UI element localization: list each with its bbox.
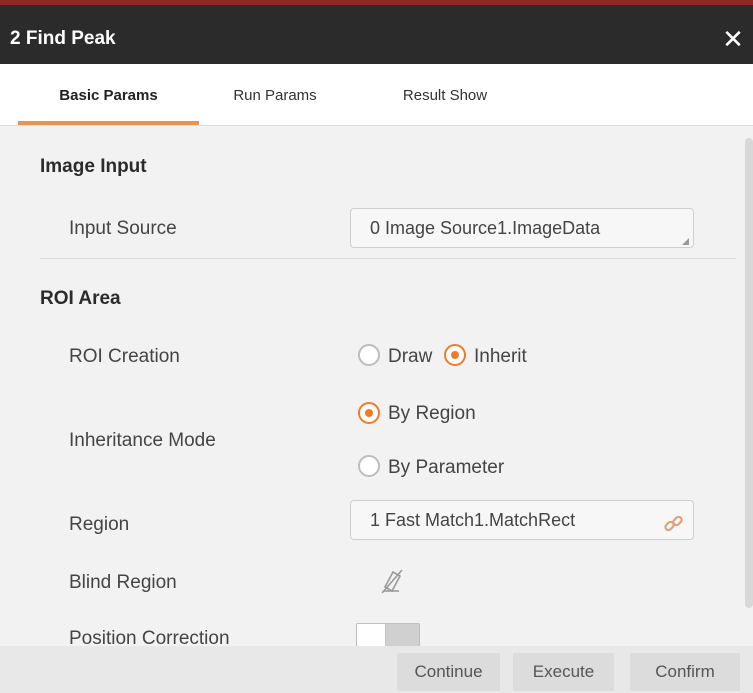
link-icon[interactable]	[663, 510, 685, 532]
params-panel: Image Input Input Source 0 Image Source1…	[0, 126, 740, 651]
scrollbar[interactable]	[745, 138, 753, 608]
close-icon[interactable]: ✕	[719, 25, 747, 53]
dialog-title: 2 Find Peak	[10, 28, 116, 49]
roi-inherit-radio[interactable]	[444, 344, 466, 366]
tab-bar: Basic Params Run Params Result Show	[0, 64, 753, 126]
continue-button[interactable]: Continue	[397, 653, 500, 691]
dialog-footer: Continue Execute Confirm	[0, 646, 753, 693]
section-image-input: Image Input	[40, 156, 147, 177]
tab-basic-params[interactable]: Basic Params	[18, 64, 199, 125]
region-value: 1 Fast Match1.MatchRect	[370, 510, 576, 530]
blind-region-label: Blind Region	[69, 572, 177, 593]
active-tab-indicator	[18, 121, 199, 125]
roi-inherit-label[interactable]: Inherit	[474, 346, 527, 368]
section-divider	[40, 258, 736, 259]
by-region-radio[interactable]	[358, 402, 380, 424]
region-field[interactable]: 1 Fast Match1.MatchRect	[350, 500, 694, 540]
by-region-label[interactable]: By Region	[388, 403, 476, 425]
by-parameter-label[interactable]: By Parameter	[388, 457, 504, 479]
eraser-icon[interactable]	[376, 566, 406, 596]
input-source-field[interactable]: 0 Image Source1.ImageData	[350, 208, 694, 248]
section-roi-area: ROI Area	[40, 288, 121, 309]
tab-run-params[interactable]: Run Params	[200, 64, 350, 125]
input-source-label: Input Source	[69, 218, 177, 239]
resize-corner-icon	[682, 238, 689, 245]
region-label: Region	[69, 514, 130, 535]
find-peak-dialog: 2 Find Peak ✕ Basic Params Run Params Re…	[0, 0, 753, 693]
roi-creation-label: ROI Creation	[69, 346, 180, 367]
confirm-button[interactable]: Confirm	[630, 653, 740, 691]
by-parameter-radio[interactable]	[358, 455, 380, 477]
input-source-value: 0 Image Source1.ImageData	[370, 218, 601, 238]
tab-result-show[interactable]: Result Show	[365, 64, 525, 125]
execute-button[interactable]: Execute	[513, 653, 614, 691]
inheritance-mode-label: Inheritance Mode	[69, 430, 216, 451]
roi-draw-radio[interactable]	[358, 344, 380, 366]
roi-draw-label[interactable]: Draw	[388, 346, 432, 368]
title-bar: 2 Find Peak ✕	[0, 0, 753, 64]
